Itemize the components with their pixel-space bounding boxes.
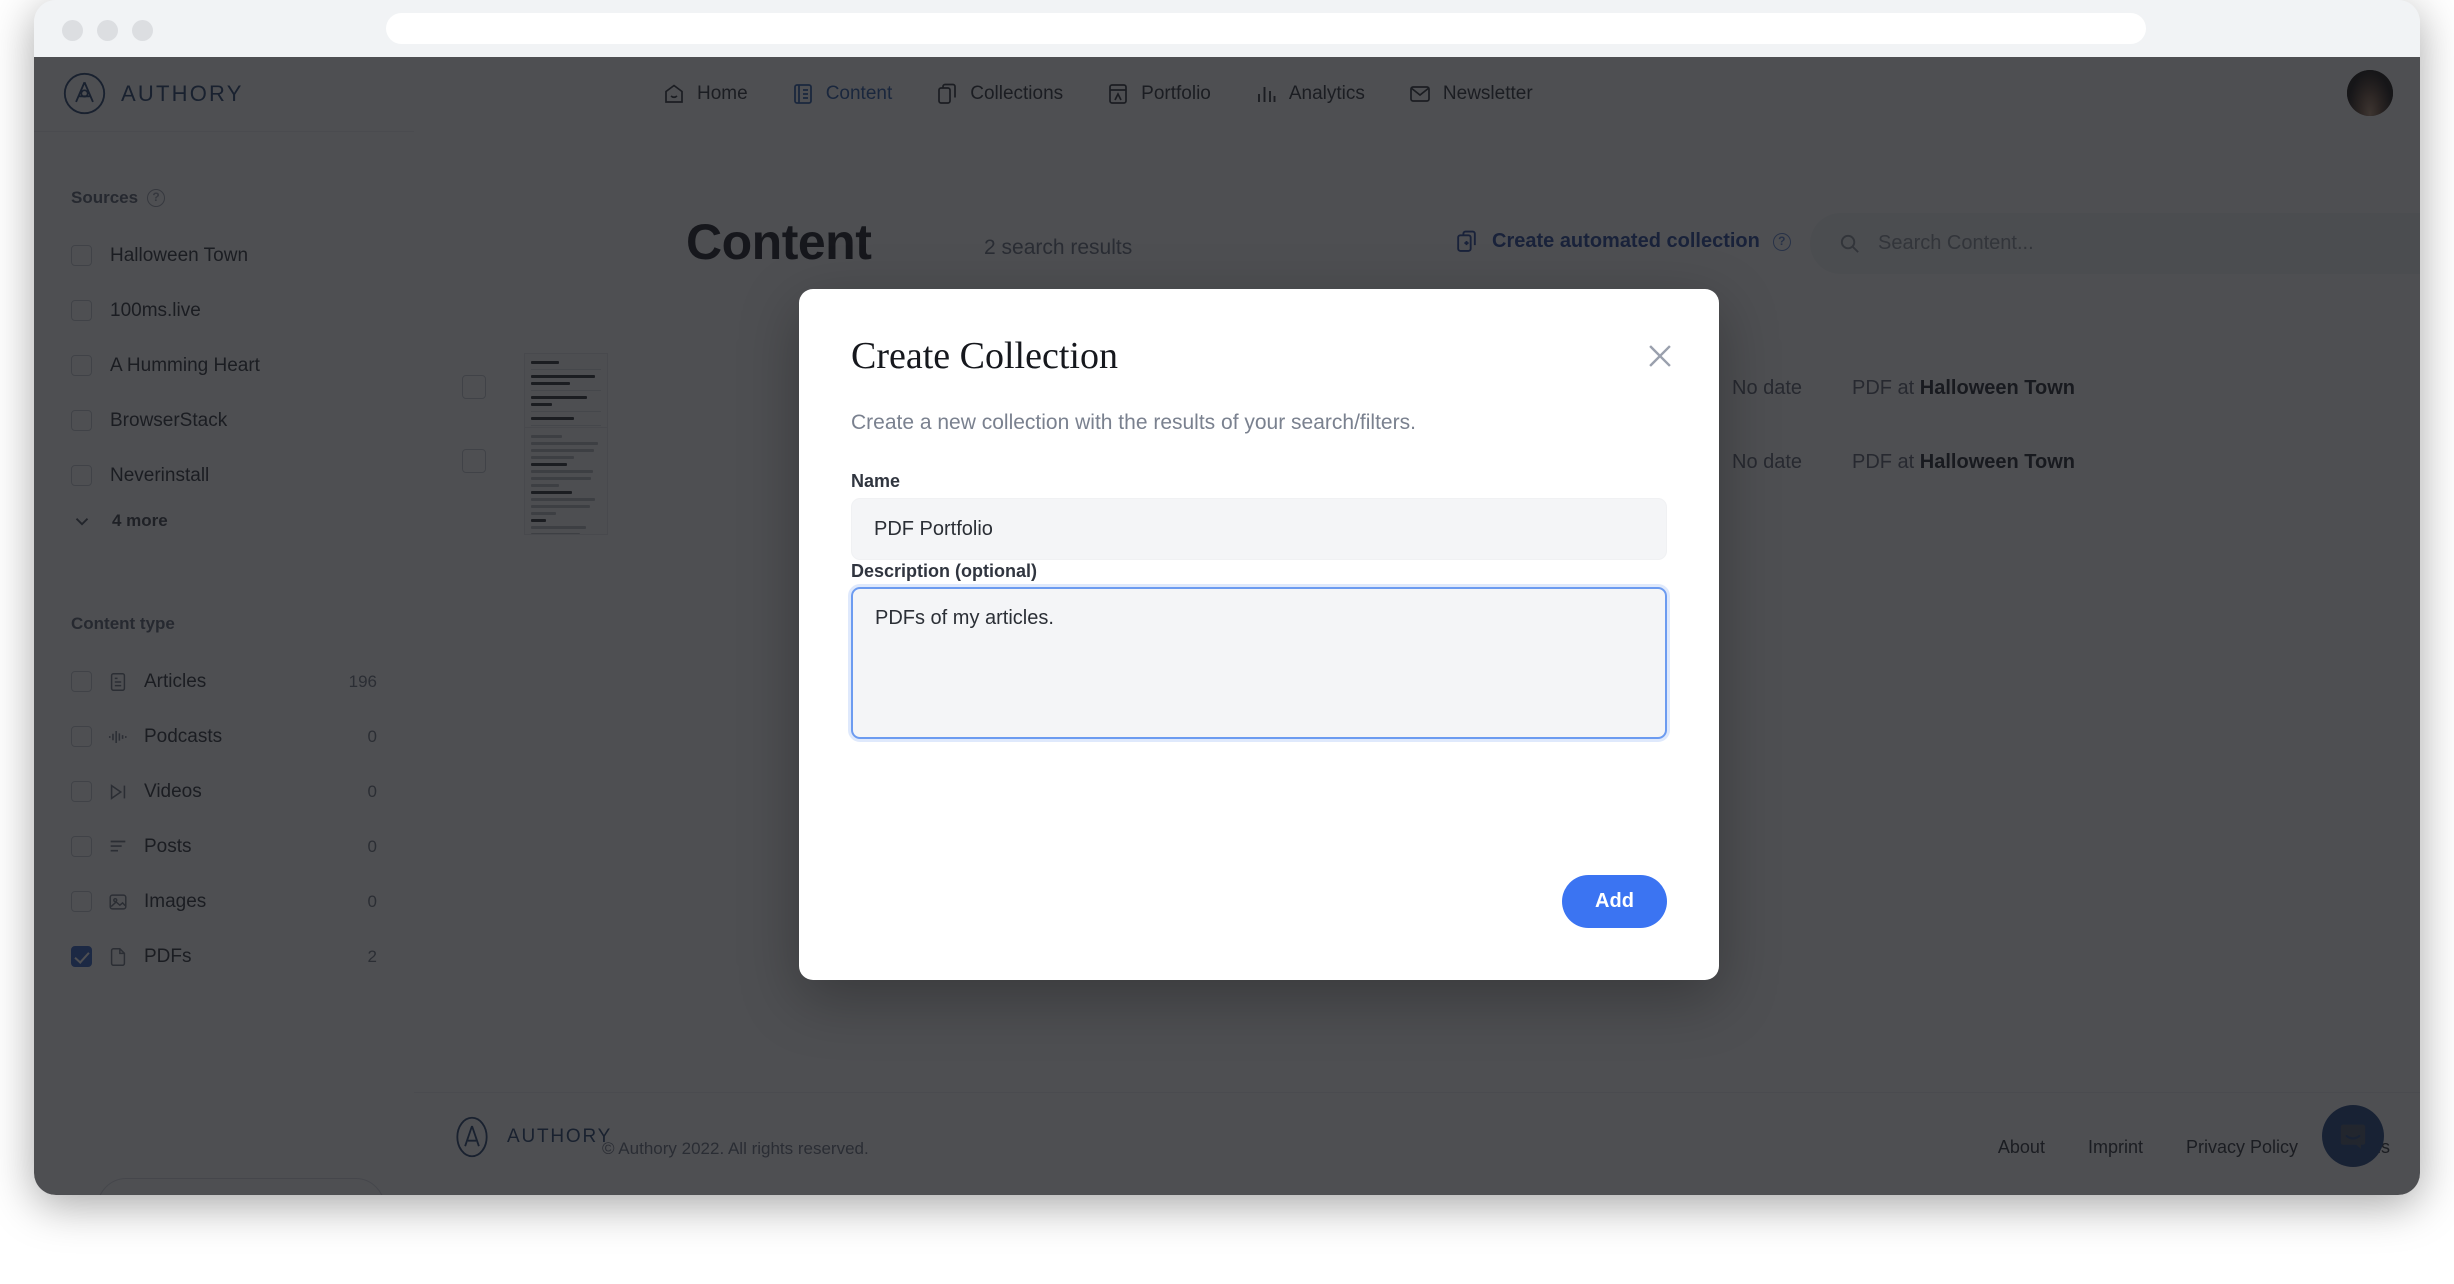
add-collection-button[interactable]: Add [1562,875,1667,928]
browser-window: AUTHORY Home Content [34,0,2420,1195]
browser-titlebar [34,0,2420,57]
url-bar[interactable] [386,13,2146,44]
window-close-button[interactable] [62,20,83,41]
modal-subtitle: Create a new collection with the results… [851,411,1416,434]
create-collection-modal: Create Collection Create a new collectio… [799,289,1719,980]
close-icon[interactable] [1643,339,1677,373]
name-field-label: Name [851,471,901,491]
modal-title: Create Collection [851,335,1118,377]
collection-name-input[interactable] [851,498,1667,560]
collection-description-input[interactable] [848,584,1670,742]
window-maximize-button[interactable] [132,20,153,41]
description-field-label: Description (optional) [851,561,1037,581]
window-minimize-button[interactable] [97,20,118,41]
